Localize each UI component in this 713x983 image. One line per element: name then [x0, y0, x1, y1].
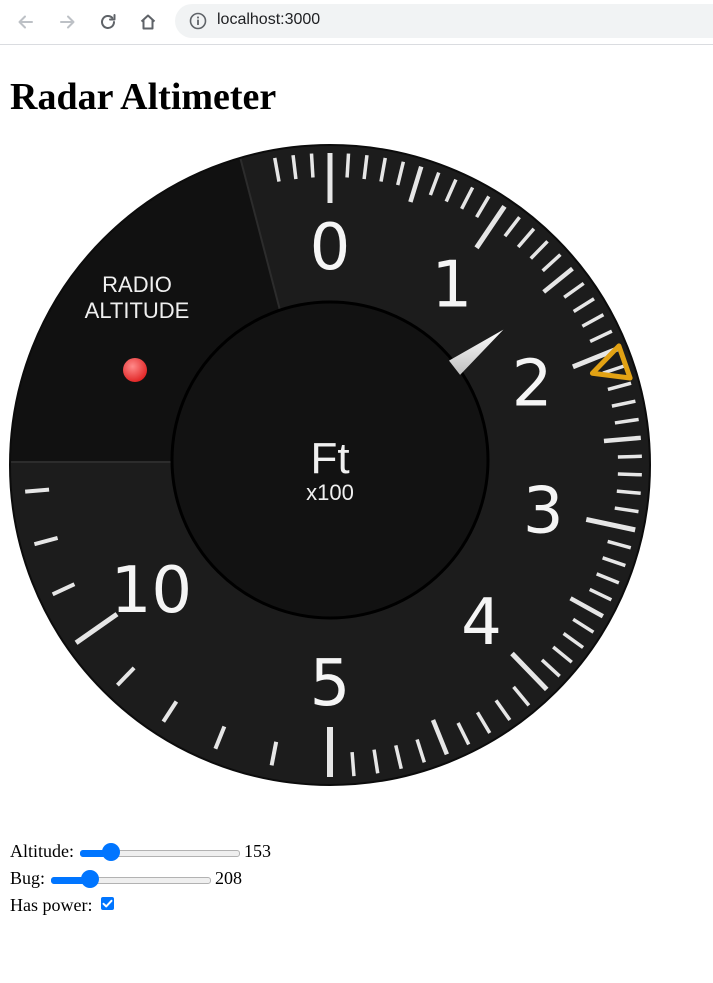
checkmark-icon [102, 899, 113, 908]
power-checkbox-label: Has power: [10, 895, 93, 915]
altitude-value: 153 [244, 841, 271, 861]
forward-button[interactable] [53, 8, 81, 36]
arrow-left-icon [18, 15, 33, 29]
reload-icon [101, 14, 116, 29]
scale-tick [617, 472, 642, 477]
altitude-slider-label: Altitude: [10, 841, 74, 861]
scale-tick [309, 153, 315, 178]
browser-toolbar: localhost:3000 [0, 0, 713, 45]
scale-number: 3 [523, 474, 564, 548]
scale-tick [616, 489, 641, 496]
altitude-label: ALTITUDE [85, 298, 190, 323]
back-button[interactable] [12, 8, 40, 36]
radar-altimeter-gauge: 0123451015 RADIO ALTITUDE Ft x100 [9, 144, 651, 786]
bug-slider[interactable] [51, 869, 212, 888]
controls-panel: Altitude: 153 Bug: 208 Has power: [10, 838, 271, 919]
bug-value: 208 [215, 868, 243, 888]
reload-button[interactable] [94, 8, 122, 36]
radio-label: RADIO [102, 272, 172, 297]
info-icon[interactable] [189, 12, 207, 30]
unit-label: Ft [310, 434, 349, 483]
url-text[interactable]: localhost:3000 [217, 11, 320, 29]
bug-slider-thumb[interactable] [80, 869, 99, 888]
scale-tick [24, 487, 50, 494]
arrow-right-icon [60, 15, 75, 29]
scale-number: 4 [461, 586, 502, 660]
altitude-slider[interactable] [80, 842, 240, 861]
altitude-control: Altitude: 153 [10, 838, 271, 865]
scale-tick [345, 153, 351, 178]
altitude-slider-thumb[interactable] [101, 842, 120, 861]
scale-tick [617, 454, 642, 459]
page-title: Radar Altimeter [10, 76, 277, 118]
bug-slider-label: Bug: [10, 868, 46, 888]
has-power-checkbox[interactable] [101, 897, 115, 910]
power-indicator-light [123, 358, 147, 382]
home-icon [140, 14, 156, 30]
scale-number: 1 [432, 248, 473, 322]
scale-tick [603, 435, 642, 444]
multiplier-label: x100 [306, 480, 354, 505]
scale-tick [350, 752, 356, 777]
scale-number: 5 [310, 647, 351, 721]
home-button[interactable] [134, 8, 162, 36]
scale-number: 0 [310, 211, 351, 285]
scale-number: 10 [111, 554, 192, 628]
power-control: Has power: [10, 892, 271, 919]
bug-control: Bug: 208 [10, 865, 271, 892]
scale-number: 2 [512, 347, 553, 421]
address-bar[interactable]: localhost:3000 [175, 4, 713, 38]
